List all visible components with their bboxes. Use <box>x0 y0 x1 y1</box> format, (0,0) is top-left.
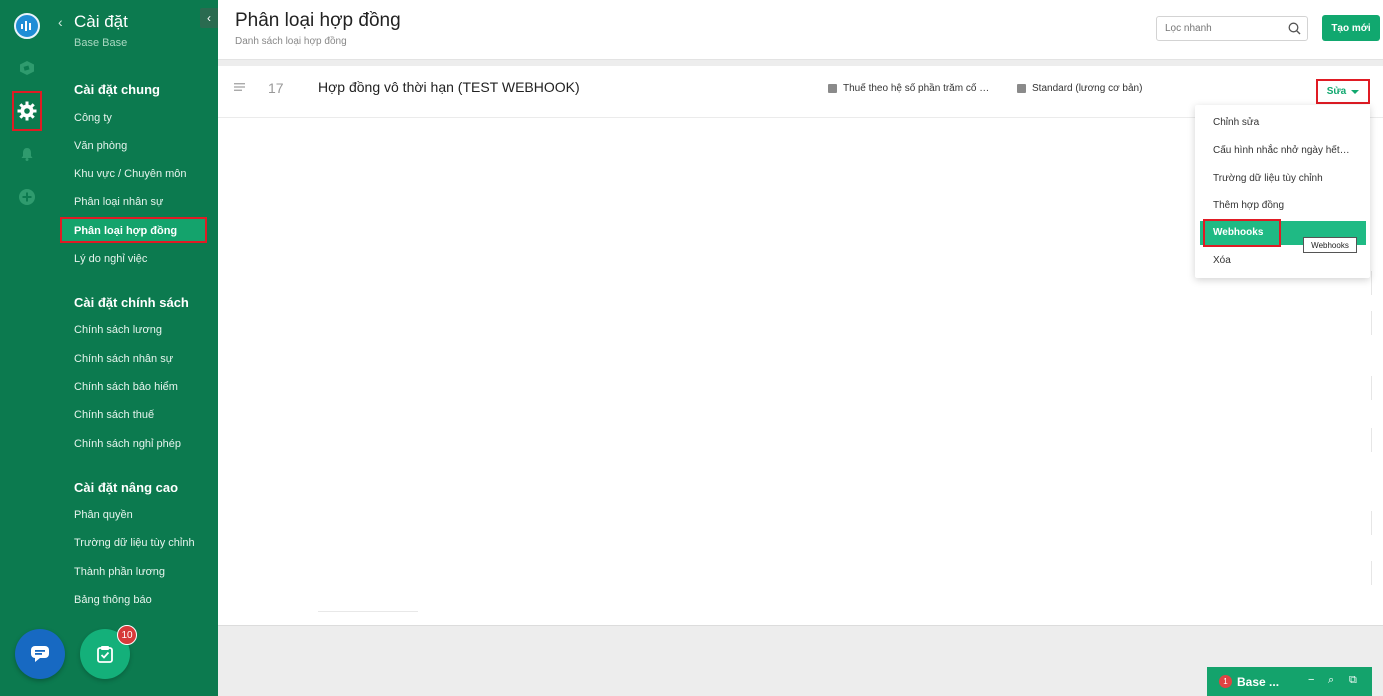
sidebar-item-tax-policy[interactable]: Chính sách thuế <box>74 405 154 425</box>
caret-down-icon <box>1351 89 1360 94</box>
edit-dropdown-button[interactable]: Sửa <box>1316 79 1370 104</box>
sidebar-item-notice-board[interactable]: Bảng thông báo <box>74 590 152 610</box>
sidebar-item-contract-type[interactable]: Phân loại hợp đồng <box>60 217 207 243</box>
chat-bubble-icon <box>31 646 49 662</box>
sidebar-item-salary-components[interactable]: Thành phần lương <box>74 562 165 582</box>
search-icon[interactable]: ⌕ <box>1328 674 1334 687</box>
sidebar-item-salary-policy[interactable]: Chính sách lương <box>74 320 162 340</box>
salary-tag-label: Standard (lương cơ bản) <box>1032 83 1143 94</box>
search-icon[interactable] <box>1288 22 1301 35</box>
back-chevron-icon[interactable]: ‹ <box>58 14 63 30</box>
chat-title[interactable]: Base ... <box>1237 675 1279 689</box>
sidebar-item-company[interactable]: Công ty <box>74 108 112 128</box>
menu-item-custom-fields[interactable]: Trường dữ liệu tùy chỉnh <box>1195 167 1370 191</box>
background-row-edge <box>1368 428 1372 452</box>
cube-icon[interactable] <box>16 57 38 79</box>
page-title: Phân loại hợp đồng <box>235 10 401 31</box>
row-number: 17 <box>268 80 284 96</box>
sidebar-item-office[interactable]: Văn phòng <box>74 136 127 156</box>
sidebar-item-insurance-policy[interactable]: Chính sách bảo hiểm <box>74 377 178 397</box>
chat-window-bar[interactable]: 1 Base ... − ⌕ ⧉ <box>1207 667 1372 696</box>
sidebar-item-staff-policy[interactable]: Chính sách nhân sự <box>74 349 173 369</box>
salary-tag: Standard (lương cơ bản) <box>1017 83 1142 94</box>
menu-item-add-contract[interactable]: Thêm hợp đồng <box>1195 194 1370 218</box>
sidebar-item-custom-fields[interactable]: Trường dữ liệu tùy chỉnh <box>74 533 195 553</box>
collapse-sidebar-button[interactable]: ‹ <box>200 8 218 28</box>
contract-type-name[interactable]: Hợp đồng vô thời hạn (TEST WEBHOOK) <box>318 79 580 95</box>
edit-small-icon <box>1017 84 1026 93</box>
main-area: Phân loại hợp đồng Danh sách loại hợp đồ… <box>218 0 1383 696</box>
plus-circle-icon[interactable] <box>16 186 38 208</box>
background-row-edge <box>1368 561 1372 585</box>
sidebar-title: Cài đặt <box>74 12 128 31</box>
sidebar-item-leave-reason[interactable]: Lý do nghỉ việc <box>74 249 147 269</box>
sidebar-item-leave-policy[interactable]: Chính sách nghỉ phép <box>74 434 181 454</box>
drag-handle-icon[interactable] <box>234 82 246 92</box>
sidebar-item-permissions[interactable]: Phân quyền <box>74 505 133 525</box>
page-subtitle: Danh sách loại hợp đồng <box>235 36 347 47</box>
edit-small-icon <box>828 84 837 93</box>
group-policy-settings: Cài đặt chính sách <box>74 295 189 310</box>
group-advanced-settings: Cài đặt nâng cao <box>74 480 179 495</box>
background-row-edge <box>1368 511 1372 535</box>
clipboard-check-icon <box>97 646 113 663</box>
gear-icon[interactable] <box>16 100 38 122</box>
settings-sidebar: ‹ Cài đặt Base Base ‹ Cài đặt chung Công… <box>54 0 218 696</box>
group-general-settings: Cài đặt chung <box>74 82 160 97</box>
menu-item-edit[interactable]: Chỉnh sửa <box>1195 111 1370 135</box>
task-count-badge: 10 <box>117 625 137 645</box>
tax-tag: Thuế theo hệ số phần trăm cố … <box>828 83 989 94</box>
tax-tag-label: Thuế theo hệ số phần trăm cố … <box>843 83 990 94</box>
divider <box>318 611 418 612</box>
sidebar-subtitle: Base Base <box>74 37 128 49</box>
sidebar-item-region[interactable]: Khu vực / Chuyên môn <box>74 164 187 184</box>
chat-fab-button[interactable] <box>15 629 65 679</box>
background-row-edge <box>1368 376 1372 400</box>
icon-rail <box>0 0 54 696</box>
quick-filter-input[interactable] <box>1157 17 1277 40</box>
page-header: Phân loại hợp đồng Danh sách loại hợp đồ… <box>218 0 1383 60</box>
create-new-button[interactable]: Tạo mới <box>1322 15 1380 41</box>
webhooks-tooltip: Webhooks <box>1303 237 1357 253</box>
popout-icon[interactable]: ⧉ <box>1349 674 1357 687</box>
webhooks-highlight-box <box>1203 219 1281 247</box>
edit-button-label: Sửa <box>1326 86 1347 97</box>
logo-icon[interactable] <box>14 13 40 39</box>
chat-unread-badge: 1 <box>1219 675 1232 688</box>
sidebar-item-staff-type[interactable]: Phân loại nhân sự <box>74 192 163 212</box>
bell-icon[interactable] <box>16 143 38 165</box>
menu-item-expiry-reminder[interactable]: Cấu hình nhắc nhở ngày hết… <box>1195 139 1370 163</box>
background-row-edge <box>1368 311 1372 335</box>
quick-filter-box <box>1156 16 1308 41</box>
minimize-icon[interactable]: − <box>1308 674 1314 686</box>
